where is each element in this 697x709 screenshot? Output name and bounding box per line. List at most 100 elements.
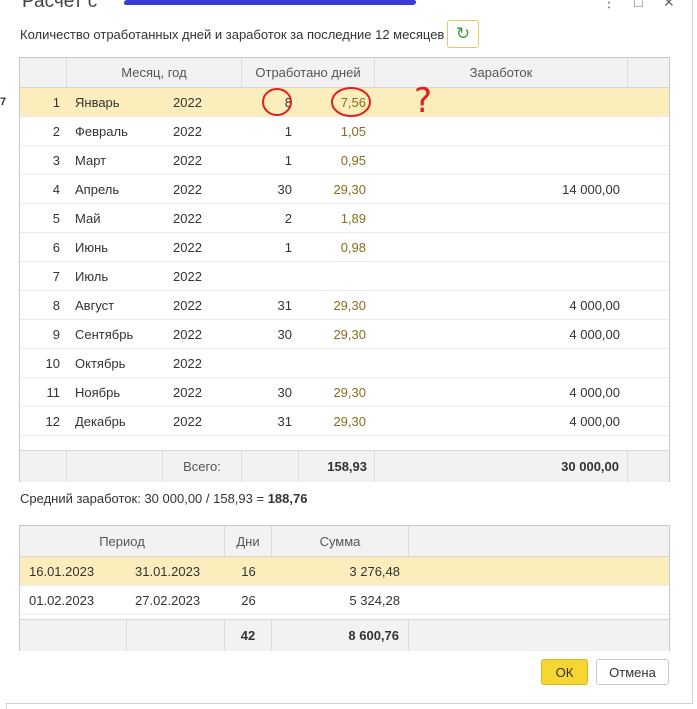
row-days[interactable]: 29,30 — [299, 320, 366, 348]
row-earnings — [375, 262, 620, 290]
table-row[interactable]: 9 Сентябрь 2022 30 29,30 4 000,00 — [20, 320, 669, 349]
table-row[interactable]: 01.02.2023 27.02.2023 26 5 324,28 — [20, 586, 669, 615]
row-year: 2022 — [173, 152, 202, 168]
average-earnings: Средний заработок: 30 000,00 / 158,93 = … — [20, 491, 307, 506]
row-number: 2 — [52, 123, 60, 139]
row-days[interactable]: 7,56 — [299, 88, 366, 116]
window-title: Расчет с — [22, 0, 98, 12]
row-days[interactable] — [299, 349, 366, 377]
refresh-icon: ↻ — [455, 24, 471, 43]
period-days: 16 — [241, 563, 256, 579]
row-year: 2022 — [173, 123, 202, 139]
row-month: Февраль — [75, 123, 128, 139]
close-icon[interactable]: ✕ — [663, 0, 675, 11]
row-worked: 31 — [277, 413, 292, 429]
row-number: 7 — [52, 268, 60, 284]
row-year: 2022 — [173, 413, 202, 429]
row-month: Апрель — [75, 181, 120, 197]
table-row[interactable]: 11 Ноябрь 2022 30 29,30 4 000,00 — [20, 378, 669, 407]
row-year: 2022 — [173, 181, 202, 197]
row-worked: 2 — [284, 210, 292, 226]
row-earnings: 4 000,00 — [569, 413, 620, 429]
row-worked: 30 — [277, 326, 292, 342]
row-number: 4 — [52, 181, 60, 197]
col-sum[interactable]: Сумма — [272, 526, 409, 556]
row-year: 2022 — [173, 268, 202, 284]
row-days[interactable]: 0,95 — [299, 146, 366, 174]
col-days[interactable]: Отработано дней — [242, 58, 375, 87]
table-row[interactable]: 12 Декабрь 2022 31 29,30 4 000,00 — [20, 407, 669, 436]
row-year: 2022 — [173, 239, 202, 255]
col-period[interactable]: Период — [20, 526, 225, 556]
table-row[interactable]: 16.01.2023 31.01.2023 16 3 276,48 — [20, 557, 669, 586]
months-table-footer: Всего: 158,93 30 000,00 — [20, 450, 669, 482]
row-days[interactable] — [299, 262, 366, 290]
row-days[interactable]: 29,30 — [299, 407, 366, 435]
row-days[interactable]: 29,30 — [299, 175, 366, 203]
row-month: Январь — [75, 94, 120, 110]
row-days[interactable]: 1,05 — [299, 117, 366, 145]
row-month: Июль — [75, 268, 109, 284]
row-worked: 1 — [284, 123, 292, 139]
refresh-button[interactable]: ↻ — [447, 20, 479, 48]
table-row[interactable]: 8 Август 2022 31 29,30 4 000,00 — [20, 291, 669, 320]
row-year: 2022 — [173, 297, 202, 313]
more-icon[interactable]: ⋮ — [602, 0, 616, 11]
periods-total-days: 42 — [225, 620, 272, 651]
row-number: 8 — [52, 297, 60, 313]
row-month: Сентябрь — [75, 326, 134, 342]
table-row[interactable]: 1 Январь 2022 8 7,56 — [20, 88, 669, 117]
row-worked: 31 — [277, 297, 292, 313]
row-month: Март — [75, 152, 107, 168]
row-earnings — [375, 146, 620, 174]
row-year: 2022 — [173, 384, 202, 400]
table-row[interactable]: 5 Май 2022 2 1,89 — [20, 204, 669, 233]
table-row[interactable]: 7 Июль 2022 — [20, 262, 669, 291]
table-row[interactable]: 4 Апрель 2022 30 29,30 14 000,00 — [20, 175, 669, 204]
period-sum: 5 324,28 — [349, 592, 400, 608]
row-number: 9 — [52, 326, 60, 342]
table-row[interactable]: 6 Июнь 2022 1 0,98 — [20, 233, 669, 262]
table-row[interactable]: 3 Март 2022 1 0,95 — [20, 146, 669, 175]
average-value: 188,76 — [267, 491, 308, 506]
col-earnings[interactable]: Заработок — [375, 58, 628, 87]
months-table: Месяц, год Отработано дней Заработок 1 Ян… — [19, 57, 670, 482]
row-days[interactable]: 29,30 — [299, 378, 366, 406]
row-year: 2022 — [173, 94, 202, 110]
row-days[interactable]: 0,98 — [299, 233, 366, 261]
period-days: 26 — [241, 592, 256, 608]
row-earnings: 4 000,00 — [569, 326, 620, 342]
col-month[interactable]: Месяц, год — [67, 58, 242, 87]
row-days[interactable]: 29,30 — [299, 291, 366, 319]
row-earnings: 4 000,00 — [569, 384, 620, 400]
table-row[interactable]: 10 Октябрь 2022 — [20, 349, 669, 378]
average-text: Средний заработок: 30 000,00 / 158,93 = — [20, 491, 268, 506]
period-from: 01.02.2023 — [29, 592, 95, 608]
row-days[interactable]: 1,89 — [299, 204, 366, 232]
row-worked: 30 — [277, 384, 292, 400]
row-worked — [242, 262, 292, 290]
row-month: Октябрь — [75, 355, 126, 371]
row-month: Август — [75, 297, 115, 313]
row-worked: 1 — [284, 239, 292, 255]
col-period-days[interactable]: Дни — [225, 526, 272, 556]
maximize-icon[interactable]: □ — [634, 0, 642, 10]
redaction-scribble — [123, 0, 417, 5]
period-to: 31.01.2023 — [135, 563, 201, 579]
row-number: 3 — [52, 152, 60, 168]
row-earnings — [375, 117, 620, 145]
row-number: 6 — [52, 239, 60, 255]
table-row[interactable]: 2 Февраль 2022 1 1,05 — [20, 117, 669, 146]
ok-button[interactable]: ОК — [541, 659, 588, 685]
cancel-button[interactable]: Отмена — [596, 659, 669, 685]
row-worked: 1 — [284, 152, 292, 168]
row-earnings: 4 000,00 — [569, 297, 620, 313]
row-year: 2022 — [173, 210, 202, 226]
periods-table: Период Дни Сумма 16.01.2023 31.01.2023 16 3… — [19, 525, 670, 651]
row-number: 1 — [52, 94, 60, 110]
period-to: 27.02.2023 — [135, 592, 201, 608]
months-table-header: Месяц, год Отработано дней Заработок — [20, 58, 669, 88]
row-month: Май — [75, 210, 101, 226]
row-worked — [242, 349, 292, 377]
total-label: Всего: — [163, 451, 242, 482]
